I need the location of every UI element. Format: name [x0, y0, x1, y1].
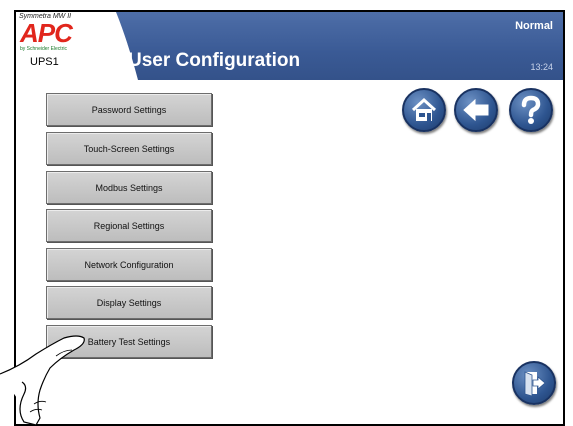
clock: 13:24	[530, 62, 553, 72]
touch-screen-settings-button[interactable]: Touch-Screen Settings	[46, 132, 212, 165]
modbus-settings-button[interactable]: Modbus Settings	[46, 171, 212, 204]
home-icon	[411, 97, 437, 121]
help-icon	[521, 95, 541, 124]
back-button[interactable]	[454, 88, 498, 132]
pointing-hand-icon	[0, 335, 85, 425]
display-settings-button[interactable]: Display Settings	[46, 286, 212, 319]
button-label: Touch-Screen Settings	[83, 143, 175, 154]
help-button[interactable]	[509, 88, 553, 132]
schneider-logo: by Schneider Electric	[20, 46, 67, 52]
button-label: Display Settings	[96, 297, 162, 308]
logo-panel: Symmetra MW II APC by Schneider Electric…	[16, 12, 138, 80]
button-label: Modbus Settings	[95, 182, 163, 193]
home-button[interactable]	[402, 88, 446, 132]
apc-logo: APC	[20, 18, 73, 48]
regional-settings-button[interactable]: Regional Settings	[46, 209, 212, 242]
button-label: Password Settings	[91, 104, 167, 115]
back-arrow-icon	[463, 98, 489, 122]
password-settings-button[interactable]: Password Settings	[46, 93, 212, 126]
status-text[interactable]: Normal	[515, 20, 553, 32]
header-bar: Symmetra MW II APC by Schneider Electric…	[16, 12, 563, 80]
logout-button[interactable]	[512, 361, 556, 405]
ups-name: UPS1	[30, 56, 59, 68]
page-title: User Configuration	[128, 50, 301, 71]
network-configuration-button[interactable]: Network Configuration	[46, 248, 212, 281]
button-label: Regional Settings	[93, 220, 165, 231]
logout-icon	[524, 371, 546, 397]
button-label: Battery Test Settings	[87, 336, 171, 347]
button-label: Network Configuration	[84, 259, 174, 270]
